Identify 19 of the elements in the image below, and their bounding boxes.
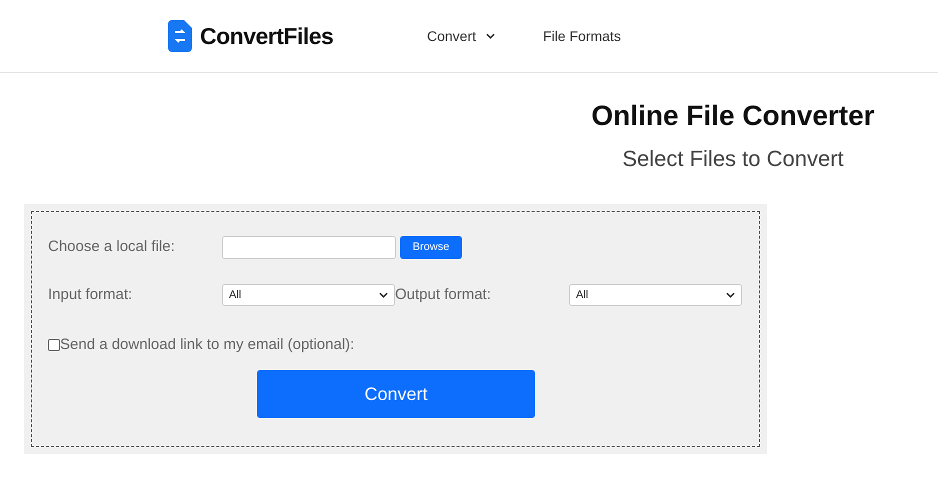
chevron-down-icon (486, 33, 496, 39)
nav-link[interactable]: File Formats (543, 26, 621, 46)
chevron-down-icon (726, 292, 735, 298)
browse-button[interactable]: Browse (400, 236, 462, 258)
page-title: Online File Converter (591, 99, 875, 133)
logo-text: ConvertFiles (200, 22, 334, 51)
convert-button[interactable]: Convert (257, 370, 535, 418)
field-label: Input format: (48, 284, 134, 305)
chevron-down-icon (379, 292, 388, 298)
nav-link[interactable]: Convert (427, 26, 496, 46)
field-label: Output format: (395, 284, 492, 305)
email-checkbox[interactable] (48, 339, 60, 351)
field-label: Choose a local file: (48, 236, 176, 257)
checkbox-label: Send a download link to my email (optional): (60, 334, 354, 355)
file-input-field[interactable] (222, 236, 396, 258)
logo-icon (168, 20, 192, 52)
input-format-select[interactable]: All (222, 284, 395, 306)
page-subtitle: Select Files to Convert (622, 145, 844, 173)
output-format-select[interactable]: All (569, 284, 742, 306)
